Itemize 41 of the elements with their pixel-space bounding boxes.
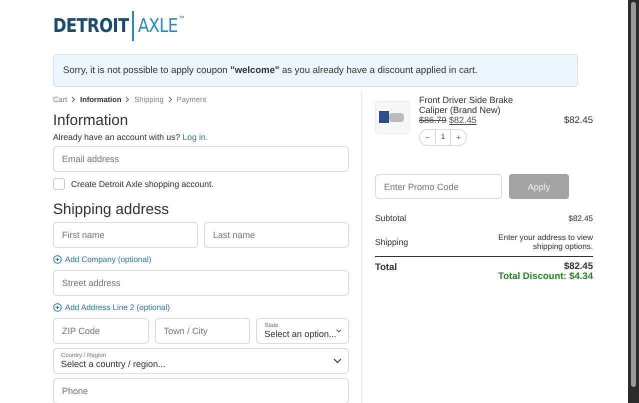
increase-button[interactable]: + — [451, 133, 466, 142]
summary-value: $82.45 — [568, 214, 593, 222]
original-price: $86.79 — [419, 115, 447, 125]
text-field[interactable]: Last name — [204, 222, 349, 248]
chevron-icon — [168, 96, 173, 103]
login-link[interactable]: Log in. — [182, 132, 208, 142]
summary-value: Enter your address to view shipping options. — [497, 233, 593, 251]
total-value: $82.45 — [562, 262, 593, 272]
caret-icon — [336, 328, 342, 334]
section-title: Shipping address — [53, 201, 170, 218]
total-discount: Total Discount: $4.34 — [498, 272, 593, 282]
chevron-icon — [125, 96, 130, 103]
decrease-button[interactable]: − — [420, 133, 435, 142]
text-field[interactable]: Town / City — [154, 318, 250, 344]
line-total: $82.45 — [564, 115, 593, 126]
text-field[interactable]: First name — [53, 222, 198, 248]
email-field[interactable]: Email address — [53, 146, 349, 172]
coupon-error-notice: Sorry, it is not possible to apply coupon "welcome" as you already have a discount applied in cart. — [53, 54, 578, 87]
checkbox[interactable] — [53, 178, 65, 190]
sale-price: $82.45 — [449, 115, 477, 125]
product-name: Front Driver Side Brake Caliper (Brand New) — [419, 95, 514, 115]
text-field[interactable]: ZIP Code — [53, 318, 149, 344]
scrollbar[interactable] — [628, 0, 639, 403]
total-label: Total — [375, 262, 397, 275]
checkbox-label: Create Detroit Axle shopping account. — [71, 179, 214, 189]
logo-wordmark: AXLE — [138, 15, 178, 37]
summary-label: Shipping — [375, 237, 408, 247]
product-photo-placeholder — [375, 101, 410, 134]
add-field-link[interactable]: Add Address Line 2 (optional) — [53, 300, 170, 314]
summary-label: Subtotal — [375, 213, 406, 223]
caret-icon — [333, 358, 342, 364]
text-field[interactable]: Street address — [53, 270, 349, 296]
plus-circle-icon — [53, 254, 62, 264]
account-prompt: Already have an account with us? — [53, 132, 180, 142]
add-field-link[interactable]: Add Company (optional) — [53, 252, 152, 266]
chevron-icon — [71, 96, 76, 103]
logo-divider-icon — [132, 11, 134, 41]
logo-wordmark: DETROIT — [53, 15, 129, 37]
plus-circle-icon — [53, 302, 62, 312]
text-field[interactable]: Phone — [53, 378, 349, 403]
section-title: Information — [53, 112, 130, 129]
